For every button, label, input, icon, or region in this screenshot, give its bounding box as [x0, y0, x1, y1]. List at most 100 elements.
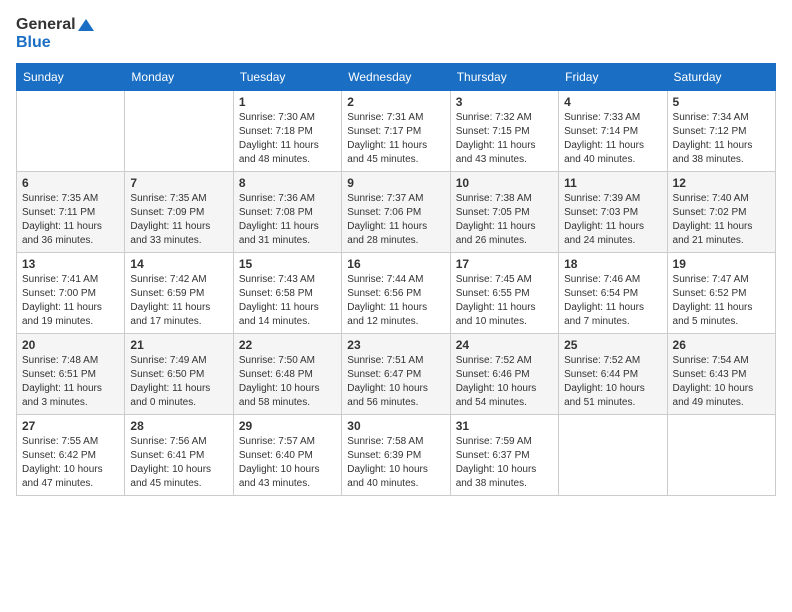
- day-number: 23: [347, 338, 444, 352]
- day-number: 17: [456, 257, 553, 271]
- day-number: 14: [130, 257, 227, 271]
- day-info: Sunrise: 7:42 AMSunset: 6:59 PMDaylight:…: [130, 273, 227, 329]
- day-info: Sunrise: 7:45 AMSunset: 6:55 PMDaylight:…: [456, 273, 553, 329]
- calendar-cell: 11 Sunrise: 7:39 AMSunset: 7:03 PMDaylig…: [559, 172, 667, 253]
- calendar-table: SundayMondayTuesdayWednesdayThursdayFrid…: [16, 63, 776, 496]
- day-info: Sunrise: 7:32 AMSunset: 7:15 PMDaylight:…: [456, 111, 553, 167]
- weekday-header-row: SundayMondayTuesdayWednesdayThursdayFrid…: [17, 64, 776, 91]
- day-info: Sunrise: 7:58 AMSunset: 6:39 PMDaylight:…: [347, 435, 444, 491]
- day-info: Sunrise: 7:52 AMSunset: 6:46 PMDaylight:…: [456, 354, 553, 410]
- calendar-cell: 21 Sunrise: 7:49 AMSunset: 6:50 PMDaylig…: [125, 334, 233, 415]
- calendar-cell: 4 Sunrise: 7:33 AMSunset: 7:14 PMDayligh…: [559, 91, 667, 172]
- weekday-header: Monday: [125, 64, 233, 91]
- calendar-cell: [559, 415, 667, 496]
- day-number: 25: [564, 338, 661, 352]
- calendar-cell: 13 Sunrise: 7:41 AMSunset: 7:00 PMDaylig…: [17, 253, 125, 334]
- day-number: 4: [564, 95, 661, 109]
- day-number: 29: [239, 419, 336, 433]
- calendar-cell: 20 Sunrise: 7:48 AMSunset: 6:51 PMDaylig…: [17, 334, 125, 415]
- day-number: 3: [456, 95, 553, 109]
- day-info: Sunrise: 7:48 AMSunset: 6:51 PMDaylight:…: [22, 354, 119, 410]
- calendar-cell: 3 Sunrise: 7:32 AMSunset: 7:15 PMDayligh…: [450, 91, 558, 172]
- day-info: Sunrise: 7:36 AMSunset: 7:08 PMDaylight:…: [239, 192, 336, 248]
- day-number: 19: [673, 257, 770, 271]
- calendar-cell: 30 Sunrise: 7:58 AMSunset: 6:39 PMDaylig…: [342, 415, 450, 496]
- calendar-cell: 8 Sunrise: 7:36 AMSunset: 7:08 PMDayligh…: [233, 172, 341, 253]
- calendar-week-row: 20 Sunrise: 7:48 AMSunset: 6:51 PMDaylig…: [17, 334, 776, 415]
- day-info: Sunrise: 7:44 AMSunset: 6:56 PMDaylight:…: [347, 273, 444, 329]
- day-number: 31: [456, 419, 553, 433]
- calendar-cell: 1 Sunrise: 7:30 AMSunset: 7:18 PMDayligh…: [233, 91, 341, 172]
- calendar-cell: 19 Sunrise: 7:47 AMSunset: 6:52 PMDaylig…: [667, 253, 775, 334]
- calendar-cell: 6 Sunrise: 7:35 AMSunset: 7:11 PMDayligh…: [17, 172, 125, 253]
- day-number: 6: [22, 176, 119, 190]
- calendar-week-row: 1 Sunrise: 7:30 AMSunset: 7:18 PMDayligh…: [17, 91, 776, 172]
- day-info: Sunrise: 7:38 AMSunset: 7:05 PMDaylight:…: [456, 192, 553, 248]
- calendar-cell: 10 Sunrise: 7:38 AMSunset: 7:05 PMDaylig…: [450, 172, 558, 253]
- day-number: 5: [673, 95, 770, 109]
- day-number: 18: [564, 257, 661, 271]
- day-info: Sunrise: 7:35 AMSunset: 7:09 PMDaylight:…: [130, 192, 227, 248]
- day-info: Sunrise: 7:41 AMSunset: 7:00 PMDaylight:…: [22, 273, 119, 329]
- calendar-cell: 29 Sunrise: 7:57 AMSunset: 6:40 PMDaylig…: [233, 415, 341, 496]
- calendar-cell: 26 Sunrise: 7:54 AMSunset: 6:43 PMDaylig…: [667, 334, 775, 415]
- calendar-cell: 14 Sunrise: 7:42 AMSunset: 6:59 PMDaylig…: [125, 253, 233, 334]
- day-number: 10: [456, 176, 553, 190]
- page-header: General Blue: [16, 16, 776, 51]
- calendar-cell: 24 Sunrise: 7:52 AMSunset: 6:46 PMDaylig…: [450, 334, 558, 415]
- day-info: Sunrise: 7:59 AMSunset: 6:37 PMDaylight:…: [456, 435, 553, 491]
- weekday-header: Thursday: [450, 64, 558, 91]
- calendar-cell: 9 Sunrise: 7:37 AMSunset: 7:06 PMDayligh…: [342, 172, 450, 253]
- day-info: Sunrise: 7:31 AMSunset: 7:17 PMDaylight:…: [347, 111, 444, 167]
- calendar-cell: 18 Sunrise: 7:46 AMSunset: 6:54 PMDaylig…: [559, 253, 667, 334]
- day-number: 2: [347, 95, 444, 109]
- calendar-cell: 15 Sunrise: 7:43 AMSunset: 6:58 PMDaylig…: [233, 253, 341, 334]
- day-info: Sunrise: 7:33 AMSunset: 7:14 PMDaylight:…: [564, 111, 661, 167]
- day-number: 8: [239, 176, 336, 190]
- weekday-header: Wednesday: [342, 64, 450, 91]
- day-number: 26: [673, 338, 770, 352]
- calendar-week-row: 6 Sunrise: 7:35 AMSunset: 7:11 PMDayligh…: [17, 172, 776, 253]
- day-info: Sunrise: 7:40 AMSunset: 7:02 PMDaylight:…: [673, 192, 770, 248]
- day-number: 16: [347, 257, 444, 271]
- day-info: Sunrise: 7:34 AMSunset: 7:12 PMDaylight:…: [673, 111, 770, 167]
- day-info: Sunrise: 7:37 AMSunset: 7:06 PMDaylight:…: [347, 192, 444, 248]
- day-number: 30: [347, 419, 444, 433]
- day-info: Sunrise: 7:54 AMSunset: 6:43 PMDaylight:…: [673, 354, 770, 410]
- day-number: 1: [239, 95, 336, 109]
- day-number: 28: [130, 419, 227, 433]
- logo-text-block: General Blue: [16, 16, 94, 51]
- weekday-header: Saturday: [667, 64, 775, 91]
- day-number: 13: [22, 257, 119, 271]
- day-number: 11: [564, 176, 661, 190]
- calendar-cell: [17, 91, 125, 172]
- calendar-cell: 22 Sunrise: 7:50 AMSunset: 6:48 PMDaylig…: [233, 334, 341, 415]
- calendar-cell: 5 Sunrise: 7:34 AMSunset: 7:12 PMDayligh…: [667, 91, 775, 172]
- weekday-header: Sunday: [17, 64, 125, 91]
- day-info: Sunrise: 7:56 AMSunset: 6:41 PMDaylight:…: [130, 435, 227, 491]
- day-number: 20: [22, 338, 119, 352]
- day-number: 7: [130, 176, 227, 190]
- day-info: Sunrise: 7:51 AMSunset: 6:47 PMDaylight:…: [347, 354, 444, 410]
- calendar-cell: 7 Sunrise: 7:35 AMSunset: 7:09 PMDayligh…: [125, 172, 233, 253]
- calendar-cell: 25 Sunrise: 7:52 AMSunset: 6:44 PMDaylig…: [559, 334, 667, 415]
- day-info: Sunrise: 7:47 AMSunset: 6:52 PMDaylight:…: [673, 273, 770, 329]
- logo: General Blue: [16, 16, 94, 51]
- calendar-cell: 2 Sunrise: 7:31 AMSunset: 7:17 PMDayligh…: [342, 91, 450, 172]
- day-info: Sunrise: 7:35 AMSunset: 7:11 PMDaylight:…: [22, 192, 119, 248]
- day-number: 22: [239, 338, 336, 352]
- day-info: Sunrise: 7:52 AMSunset: 6:44 PMDaylight:…: [564, 354, 661, 410]
- calendar-cell: 12 Sunrise: 7:40 AMSunset: 7:02 PMDaylig…: [667, 172, 775, 253]
- day-info: Sunrise: 7:30 AMSunset: 7:18 PMDaylight:…: [239, 111, 336, 167]
- calendar-cell: 23 Sunrise: 7:51 AMSunset: 6:47 PMDaylig…: [342, 334, 450, 415]
- day-info: Sunrise: 7:57 AMSunset: 6:40 PMDaylight:…: [239, 435, 336, 491]
- day-number: 9: [347, 176, 444, 190]
- day-info: Sunrise: 7:50 AMSunset: 6:48 PMDaylight:…: [239, 354, 336, 410]
- day-info: Sunrise: 7:43 AMSunset: 6:58 PMDaylight:…: [239, 273, 336, 329]
- calendar-cell: [667, 415, 775, 496]
- calendar-cell: 28 Sunrise: 7:56 AMSunset: 6:41 PMDaylig…: [125, 415, 233, 496]
- day-number: 21: [130, 338, 227, 352]
- day-number: 15: [239, 257, 336, 271]
- calendar-cell: 31 Sunrise: 7:59 AMSunset: 6:37 PMDaylig…: [450, 415, 558, 496]
- calendar-cell: [125, 91, 233, 172]
